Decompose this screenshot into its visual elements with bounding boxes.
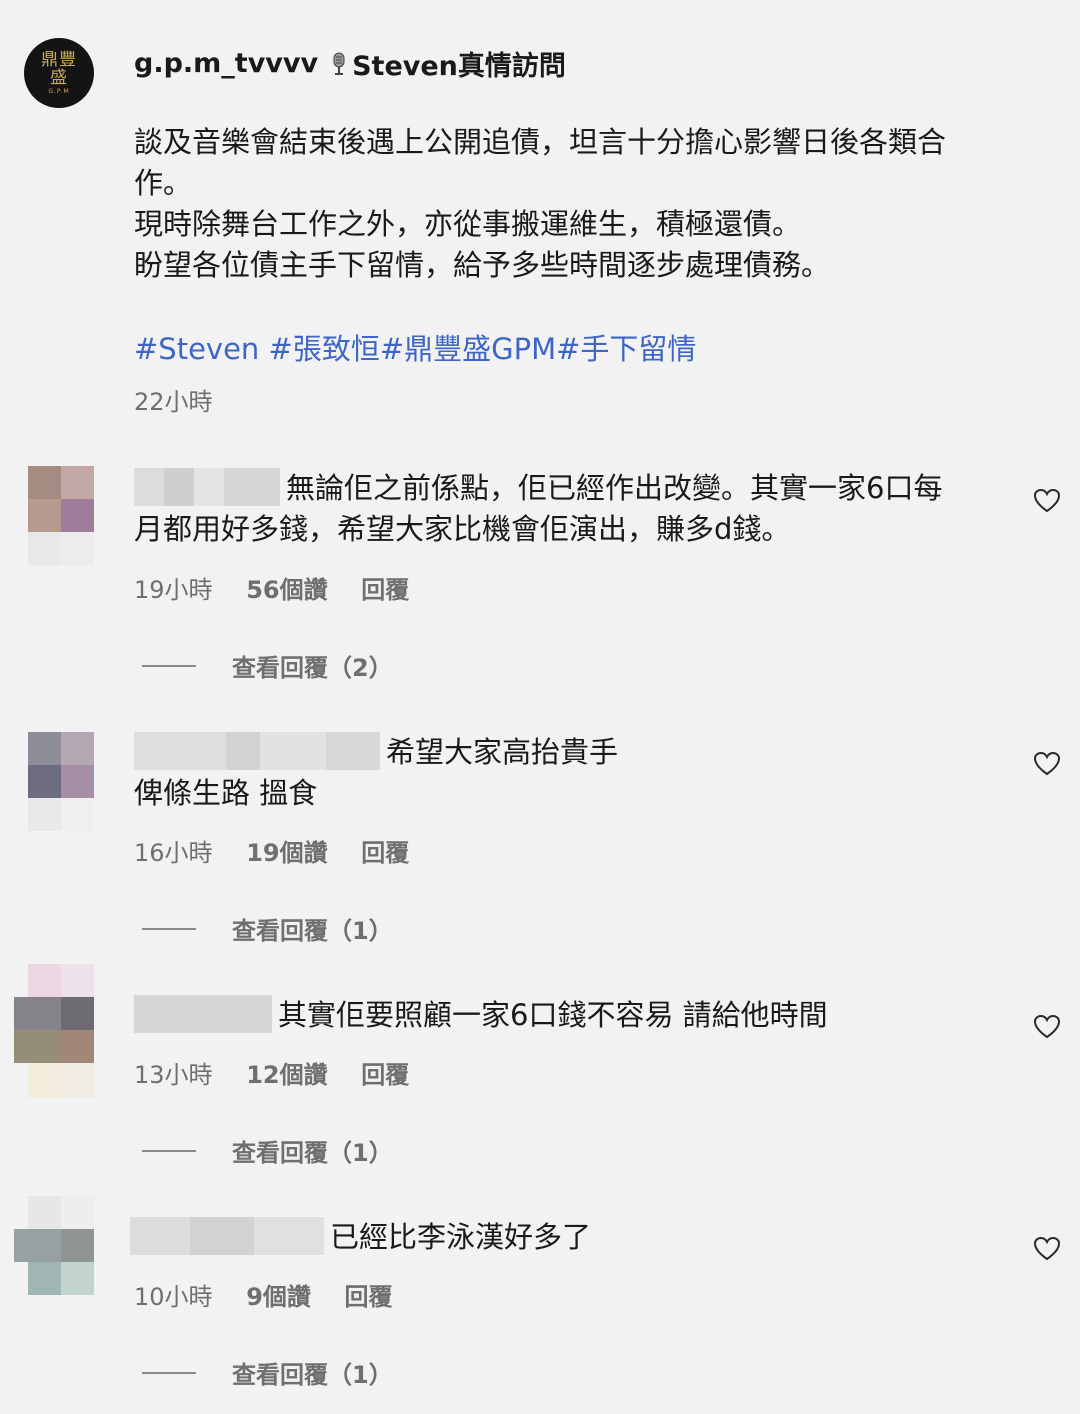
comment-meta: 16小時 19個讚 回覆 <box>134 833 409 868</box>
view-replies-label: 查看回覆（1） <box>232 1361 393 1389</box>
comment-text: 無論佢之前係點，佢已經作出改變。其實一家6口每 月都用好多錢，希望大家比機會佢演… <box>134 468 1004 550</box>
caption-line: 談及音樂會結束後遇上公開追債，坦言十分擔心影響日後各類合 <box>134 125 947 159</box>
comment-likes[interactable]: 9個讚 <box>246 1283 311 1311</box>
view-replies-button[interactable]: 查看回覆（1） <box>142 911 393 946</box>
blurred-username[interactable] <box>130 1217 324 1255</box>
post-caption: 談及音樂會結束後遇上公開追債，坦言十分擔心影響日後各類合 作。 現時除舞台工作之… <box>134 122 1014 286</box>
comment-likes[interactable]: 12個讚 <box>246 1061 327 1089</box>
caption-line: 盼望各位債主手下留情，給予多些時間逐步處理債務。 <box>134 248 831 282</box>
comment-meta: 19小時 56個讚 回覆 <box>134 570 409 605</box>
view-replies-button[interactable]: 查看回覆（1） <box>142 1355 393 1390</box>
post-hashtags[interactable]: #Steven #張致恒#鼎豐盛GPM#手下留情 <box>134 326 696 368</box>
commenter-avatar[interactable] <box>28 732 94 832</box>
comment-line: 俾條生路 搵食 <box>134 776 318 810</box>
post-title: Steven真情訪問 <box>352 51 566 82</box>
heart-outline-icon[interactable] <box>1033 488 1061 514</box>
comment-likes[interactable]: 56個讚 <box>246 576 327 604</box>
post-timestamp: 22小時 <box>134 388 213 416</box>
heart-outline-icon[interactable] <box>1033 1014 1061 1040</box>
comment-meta: 13小時 12個讚 回覆 <box>134 1055 409 1090</box>
comment-line: 無論佢之前係點，佢已經作出改變。其實一家6口每 <box>286 471 943 505</box>
heart-outline-icon[interactable] <box>1033 1236 1061 1262</box>
reply-button[interactable]: 回覆 <box>345 1283 393 1311</box>
comment-time: 13小時 <box>134 1061 213 1089</box>
caption-line: 現時除舞台工作之外，亦從事搬運維生，積極還債。 <box>134 207 802 241</box>
divider <box>142 664 196 667</box>
reply-button[interactable]: 回覆 <box>361 839 409 867</box>
heart-outline-icon[interactable] <box>1033 751 1061 777</box>
comment-time: 19小時 <box>134 576 213 604</box>
view-replies-label: 查看回覆（2） <box>232 654 393 682</box>
post-header: g.p.m_tvvvv Steven真情訪問 <box>134 44 566 83</box>
comment-text: 其實佢要照顧一家6口錢不容易 請給他時間 <box>134 995 1004 1036</box>
avatar-logo-bottom: 盛 <box>50 68 68 88</box>
avatar-logo-sub: G.P.M <box>48 88 70 95</box>
comment-line: 其實佢要照顧一家6口錢不容易 請給他時間 <box>278 998 828 1032</box>
blurred-username[interactable] <box>134 732 380 770</box>
divider <box>142 1149 196 1152</box>
blurred-username[interactable] <box>134 468 280 506</box>
reply-button[interactable]: 回覆 <box>361 576 409 604</box>
comment-time: 10小時 <box>134 1283 213 1311</box>
view-replies-button[interactable]: 查看回覆（2） <box>142 648 393 683</box>
commenter-avatar[interactable] <box>14 964 94 1098</box>
caption-line: 作。 <box>134 166 193 200</box>
comment-text: 希望大家高抬貴手 俾條生路 搵食 <box>134 732 1004 814</box>
comment-line: 月都用好多錢，希望大家比機會佢演出，賺多d錢。 <box>134 512 791 546</box>
commenter-avatar[interactable] <box>28 466 94 566</box>
blurred-username[interactable] <box>134 995 272 1033</box>
reply-button[interactable]: 回覆 <box>361 1061 409 1089</box>
divider <box>142 1371 196 1374</box>
microphone-icon <box>332 52 346 76</box>
view-replies-label: 查看回覆（1） <box>232 917 393 945</box>
comment-text: 已經比李泳漢好多了 <box>130 1217 1004 1258</box>
avatar-logo-top: 鼎豐 <box>41 50 77 70</box>
commenter-avatar[interactable] <box>14 1196 94 1298</box>
comment-time: 16小時 <box>134 839 213 867</box>
comment-likes[interactable]: 19個讚 <box>246 839 327 867</box>
comment-line: 希望大家高抬貴手 <box>386 735 619 769</box>
comment-meta: 10小時 9個讚 回覆 <box>134 1277 393 1312</box>
view-replies-label: 查看回覆（1） <box>232 1139 393 1167</box>
post-author-avatar[interactable]: 鼎豐 盛 G.P.M <box>24 38 94 108</box>
divider <box>142 927 196 930</box>
comment-line: 已經比李泳漢好多了 <box>330 1220 592 1254</box>
post-username[interactable]: g.p.m_tvvvv <box>134 48 318 79</box>
view-replies-button[interactable]: 查看回覆（1） <box>142 1133 393 1168</box>
